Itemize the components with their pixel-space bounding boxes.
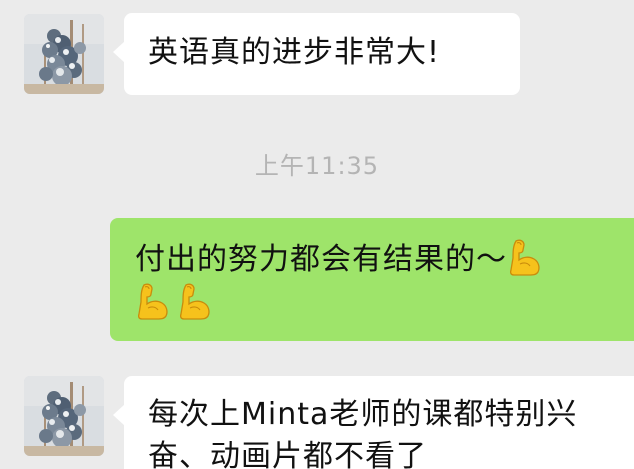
message-line-2: 奋、动画片都不看了 — [148, 439, 427, 469]
message-line-1: 付出的努力都会有结果的～ — [135, 238, 543, 281]
frosted-tree-avatar-icon — [24, 14, 104, 94]
incoming-message[interactable]: 英语真的进步非常大! — [113, 13, 520, 95]
avatar[interactable] — [24, 376, 104, 456]
message-timestamp: 上午11:35 — [254, 152, 380, 180]
outgoing-message[interactable]: 付出的努力都会有结果的～ — [110, 218, 634, 341]
chat-window: 英语真的进步非常大! 上午11:35 付出的努力都会有结果的～ 每次上Minta… — [0, 0, 634, 469]
flexed-biceps-icon — [179, 283, 210, 320]
message-text: 英语真的进步非常大! — [148, 35, 441, 70]
message-line-1: 每次上Minta老师的课都特别兴 — [148, 397, 578, 432]
message-line-2 — [135, 282, 213, 325]
message-text: 付出的努力都会有结果的～ — [135, 242, 507, 277]
incoming-message[interactable]: 每次上Minta老师的课都特别兴 奋、动画片都不看了 — [113, 376, 634, 469]
frosted-tree-avatar-icon — [24, 376, 104, 456]
flexed-biceps-icon — [509, 239, 540, 276]
flexed-biceps-icon — [137, 283, 168, 320]
avatar[interactable] — [24, 14, 104, 94]
